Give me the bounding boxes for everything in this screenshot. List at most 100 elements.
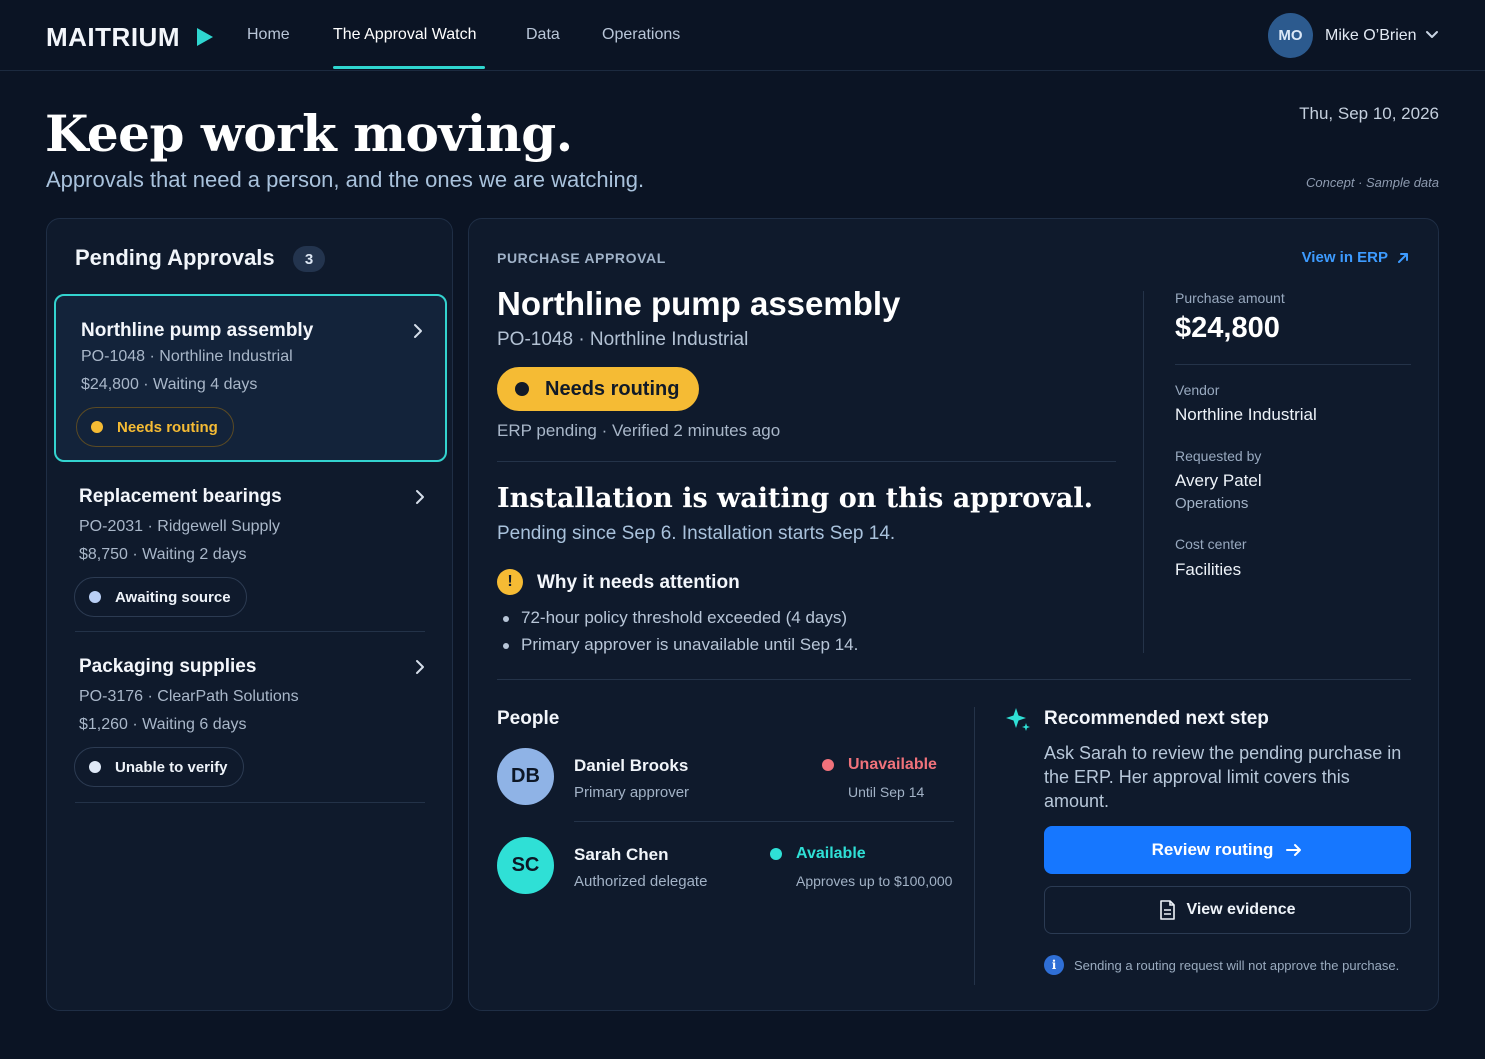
brand-logo[interactable]: MAITRIUM (46, 22, 180, 53)
approval-item[interactable]: Northline pump assembly PO-1048 · Northl… (54, 294, 447, 462)
status-dot (770, 848, 782, 860)
divider (1175, 364, 1411, 365)
chevron-right-icon (416, 660, 424, 674)
info-icon: i (1044, 955, 1064, 975)
divider (75, 802, 425, 803)
approval-item-ref: PO-2031 · Ridgewell Supply (79, 518, 280, 535)
divider (75, 631, 425, 632)
view-evidence-button[interactable]: View evidence (1044, 886, 1411, 934)
view-in-erp-link[interactable]: View in ERP (1302, 249, 1410, 266)
requester-name: Avery Patel (1175, 471, 1262, 490)
review-routing-button[interactable]: Review routing (1044, 826, 1411, 874)
review-routing-label: Review routing (1151, 840, 1274, 859)
approval-item-meta: $8,750 · Waiting 2 days (79, 546, 247, 563)
availability-label: Available (796, 845, 866, 862)
divider (974, 707, 975, 985)
user-name[interactable]: Mike O’Brien (1325, 27, 1417, 45)
person-role: Primary approver (574, 784, 690, 801)
sparkle-icon (1006, 708, 1030, 731)
status-dot (89, 761, 101, 773)
requested-by-label: Requested by (1175, 448, 1262, 464)
arrow-right-icon (1286, 844, 1302, 856)
chevron-down-icon[interactable] (1425, 29, 1439, 41)
status-dot (822, 759, 834, 771)
purchase-amount-label: Purchase amount (1175, 290, 1285, 306)
availability-status: Unavailable (822, 756, 937, 774)
divider (497, 461, 1116, 462)
detail-subtitle: PO-1048 · Northline Industrial (497, 329, 749, 350)
person-name: Sarah Chen (574, 845, 669, 864)
approval-item-title: Replacement bearings (79, 486, 282, 507)
erp-verification: ERP pending · Verified 2 minutes ago (497, 421, 781, 440)
recommendation-title: Recommended next step (1044, 708, 1269, 729)
approval-item[interactable]: Replacement bearings PO-2031 · Ridgewell… (54, 472, 447, 622)
warning-icon: ! (497, 569, 523, 595)
current-date: Thu, Sep 10, 2026 (1299, 104, 1439, 123)
status-badge: Needs routing (76, 407, 234, 447)
status-badge-label: Awaiting source (115, 588, 231, 606)
view-in-erp-label: View in ERP (1301, 249, 1388, 266)
approval-detail-panel: PURCHASE APPROVAL View in ERP Northline … (468, 218, 1439, 1011)
top-nav: MAITRIUM Home The Approval Watch Data Op… (0, 0, 1485, 71)
active-tab-indicator (333, 66, 485, 69)
status-dot (89, 591, 101, 603)
nav-operations[interactable]: Operations (602, 26, 680, 44)
approval-item-ref: PO-1048 · Northline Industrial (81, 348, 293, 365)
divider (1143, 291, 1144, 653)
pending-approvals-title: Pending Approvals (75, 245, 275, 270)
status-badge: Awaiting source (74, 577, 247, 617)
page-title: Keep work moving. (45, 104, 573, 163)
waiting-headline: Installation is waiting on this approval… (497, 483, 1094, 514)
concept-note: Concept · Sample data (1306, 175, 1439, 190)
vendor-label: Vendor (1175, 382, 1220, 398)
status-badge-label: Needs routing (117, 418, 218, 436)
divider (497, 679, 1411, 680)
vendor-name: Northline Industrial (1175, 405, 1317, 424)
chevron-right-icon (414, 324, 422, 338)
external-link-icon (1398, 252, 1408, 263)
approval-item-ref: PO-3176 · ClearPath Solutions (79, 688, 299, 705)
document-icon (1160, 900, 1176, 920)
pending-approvals-panel: Pending Approvals 3 Northline pump assem… (46, 218, 453, 1011)
attention-point: Primary approver is unavailable until Se… (503, 635, 858, 655)
requester-department: Operations (1175, 495, 1249, 512)
status-badge-label: Needs routing (545, 377, 680, 400)
nav-home[interactable]: Home (247, 26, 290, 44)
page-subtitle: Approvals that need a person, and the on… (46, 167, 645, 192)
user-avatar[interactable]: MO (1268, 13, 1313, 58)
status-badge[interactable]: Needs routing (497, 367, 700, 411)
status-dot (515, 382, 529, 396)
avatar: SC (497, 837, 554, 894)
play-icon (197, 28, 213, 46)
approval-item-title: Northline pump assembly (81, 320, 314, 341)
approval-item-meta: $1,260 · Waiting 6 days (79, 716, 247, 733)
attention-point: 72-hour policy threshold exceeded (4 day… (503, 608, 847, 628)
approval-item-meta: $24,800 · Waiting 4 days (81, 376, 258, 393)
nav-data[interactable]: Data (526, 26, 560, 44)
attention-title: Why it needs attention (537, 572, 740, 593)
availability-detail: Until Sep 14 (848, 784, 925, 800)
cost-center-label: Cost center (1175, 536, 1247, 552)
routing-disclaimer-text: Sending a routing request will not appro… (1074, 957, 1400, 973)
chevron-right-icon (416, 490, 424, 504)
people-title: People (497, 708, 560, 729)
recommendation-body: Ask Sarah to review the pending purchase… (1044, 743, 1402, 811)
detail-eyebrow: PURCHASE APPROVAL (497, 250, 666, 266)
status-badge: Unable to verify (74, 747, 244, 787)
waiting-subtext: Pending since Sep 6. Installation starts… (497, 523, 896, 544)
avatar: DB (497, 748, 554, 805)
nav-approval-watch[interactable]: The Approval Watch (333, 26, 476, 44)
cost-center-value: Facilities (1175, 560, 1242, 579)
divider (574, 821, 954, 822)
view-evidence-label: View evidence (1186, 901, 1296, 918)
routing-disclaimer: i Sending a routing request will not app… (1044, 955, 1399, 975)
status-badge-label: Unable to verify (115, 758, 228, 776)
purchase-amount: $24,800 (1175, 312, 1280, 344)
detail-title: Northline pump assembly (497, 285, 901, 322)
approval-item[interactable]: Packaging supplies PO-3176 · ClearPath S… (54, 642, 447, 792)
approval-item-title: Packaging supplies (79, 656, 257, 677)
availability-detail: Approves up to $100,000 (796, 873, 953, 889)
status-dot (91, 421, 103, 433)
availability-status: Available (770, 845, 866, 863)
person-name: Daniel Brooks (574, 756, 689, 775)
